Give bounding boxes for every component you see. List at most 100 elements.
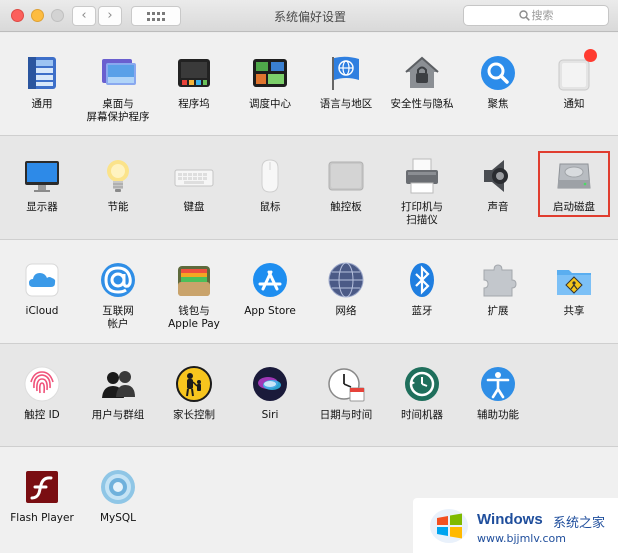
forward-button[interactable]: › <box>98 6 122 26</box>
globe-flag-icon <box>326 53 366 93</box>
pref-label: 键盘 <box>183 201 205 213</box>
pref-language-region[interactable]: 语言与地区 <box>308 53 384 111</box>
pref-trackpad[interactable]: 触控板 <box>308 156 384 214</box>
at-sign-icon <box>98 260 138 300</box>
pref-notifications[interactable]: 通知 <box>536 49 612 111</box>
pref-general[interactable]: 通用 <box>4 53 80 111</box>
pref-sound[interactable]: 声音 <box>460 156 536 214</box>
pref-touch-id[interactable]: 触控 ID <box>4 364 80 422</box>
pref-label: 共享 <box>563 305 585 317</box>
pref-label: 扩展 <box>487 305 509 317</box>
pref-label: App Store <box>244 305 296 317</box>
pref-label: 调度中心 <box>249 98 291 110</box>
search-input[interactable]: 搜索 <box>463 5 609 26</box>
zoom-window-button[interactable] <box>51 9 64 22</box>
house-lock-icon <box>402 53 442 93</box>
section-hardware: 显示器 节能 键盘 鼠标 触控板 打印机与 扫描仪 声音 启动磁盘 <box>0 136 618 240</box>
mysql-icon <box>98 467 138 507</box>
pref-printers-scanners[interactable]: 打印机与 扫描仪 <box>384 156 460 227</box>
pref-label: 通知 <box>563 98 585 110</box>
section-system: 触控 ID 用户与群组 家长控制 Siri 日期与时间 时间机器 辅助功能 <box>0 344 618 447</box>
pref-keyboard[interactable]: 键盘 <box>156 156 232 214</box>
pref-label: iCloud <box>25 305 59 317</box>
pref-parental-controls[interactable]: 家长控制 <box>156 364 232 422</box>
section-internet: iCloud 互联网 帐户 钱包与 Apple Pay App Store 网络… <box>0 240 618 344</box>
watermark-suffix: 系统之家 <box>553 516 606 531</box>
general-icon <box>22 53 62 93</box>
accessibility-icon <box>478 364 518 404</box>
siri-icon <box>250 364 290 404</box>
pref-flash-player[interactable]: Flash Player <box>4 467 80 525</box>
pref-mysql[interactable]: MySQL <box>80 467 156 525</box>
notifications-icon <box>554 49 597 93</box>
pref-label: 辅助功能 <box>477 409 519 421</box>
pref-label: 鼠标 <box>259 201 281 213</box>
pref-label: 时间机器 <box>401 409 443 421</box>
pref-label: 互联网 帐户 <box>102 305 134 330</box>
trackpad-icon <box>326 156 366 196</box>
pref-label: 节能 <box>107 201 129 213</box>
pref-label: Flash Player <box>10 512 74 524</box>
pref-sharing[interactable]: 共享 <box>536 260 612 318</box>
pref-dock[interactable]: 程序坞 <box>156 53 232 111</box>
time-machine-icon <box>402 364 442 404</box>
pref-time-machine[interactable]: 时间机器 <box>384 364 460 422</box>
pref-app-store[interactable]: App Store <box>232 260 308 318</box>
pref-desktop-screensaver[interactable]: 桌面与 屏幕保护程序 <box>80 53 156 124</box>
puzzle-piece-icon <box>478 260 518 300</box>
back-button[interactable]: ‹ <box>72 6 96 26</box>
magnifier-icon <box>478 53 518 93</box>
pref-label: 程序坞 <box>178 98 210 110</box>
pref-label: 声音 <box>487 201 509 213</box>
pref-network[interactable]: 网络 <box>308 260 384 318</box>
pref-label: 聚焦 <box>487 98 509 110</box>
pref-users-groups[interactable]: 用户与群组 <box>80 364 156 422</box>
pref-label: 显示器 <box>26 201 58 213</box>
pref-label: 日期与时间 <box>319 409 373 421</box>
window-titlebar: ‹ › 系统偏好设置 搜索 <box>0 0 618 32</box>
search-icon <box>518 10 530 21</box>
notification-badge <box>584 49 597 62</box>
pref-displays[interactable]: 显示器 <box>4 156 80 214</box>
clock-calendar-icon <box>326 364 366 404</box>
pref-security-privacy[interactable]: 安全性与隐私 <box>384 53 460 111</box>
watermark-brand: Windows <box>477 511 543 528</box>
pref-accessibility[interactable]: 辅助功能 <box>460 364 536 422</box>
users-icon <box>98 364 138 404</box>
pref-label: 触控 ID <box>24 409 60 421</box>
desktop-screensaver-icon <box>98 53 138 93</box>
pref-spotlight[interactable]: 聚焦 <box>460 53 536 111</box>
flash-player-icon <box>22 467 62 507</box>
pref-label: 用户与群组 <box>91 409 145 421</box>
watermark-url: www.bjjmlv.com <box>477 532 566 545</box>
pref-siri[interactable]: Siri <box>232 364 308 422</box>
pref-label: 桌面与 屏幕保护程序 <box>86 98 150 123</box>
pref-icloud[interactable]: iCloud <box>4 260 80 318</box>
pref-label: 打印机与 扫描仪 <box>401 201 443 226</box>
minimize-window-button[interactable] <box>31 9 44 22</box>
close-window-button[interactable] <box>11 9 24 22</box>
grid-icon <box>147 12 165 21</box>
search-placeholder: 搜索 <box>531 9 554 22</box>
pref-internet-accounts[interactable]: 互联网 帐户 <box>80 260 156 331</box>
chevron-left-icon: ‹ <box>81 8 87 23</box>
pref-label: 通用 <box>31 98 53 110</box>
parental-controls-icon <box>174 364 214 404</box>
pref-energy-saver[interactable]: 节能 <box>80 156 156 214</box>
pref-label: 触控板 <box>330 201 362 213</box>
mission-control-icon <box>250 53 290 93</box>
show-all-button[interactable] <box>131 6 181 26</box>
pref-mouse[interactable]: 鼠标 <box>232 156 308 214</box>
watermark: Windows 系统之家 www.bjjmlv.com <box>413 498 618 553</box>
icloud-icon <box>22 260 62 300</box>
pref-bluetooth[interactable]: 蓝牙 <box>384 260 460 318</box>
pref-label: Siri <box>261 409 279 421</box>
startup-disk-highlight <box>538 151 610 217</box>
dock-icon <box>174 53 214 93</box>
pref-wallet-apple-pay[interactable]: 钱包与 Apple Pay <box>156 260 232 331</box>
pref-extensions[interactable]: 扩展 <box>460 260 536 318</box>
pref-date-time[interactable]: 日期与时间 <box>308 364 384 422</box>
sharing-folder-icon <box>554 260 594 300</box>
pref-label: 语言与地区 <box>319 98 373 110</box>
pref-mission-control[interactable]: 调度中心 <box>232 53 308 111</box>
